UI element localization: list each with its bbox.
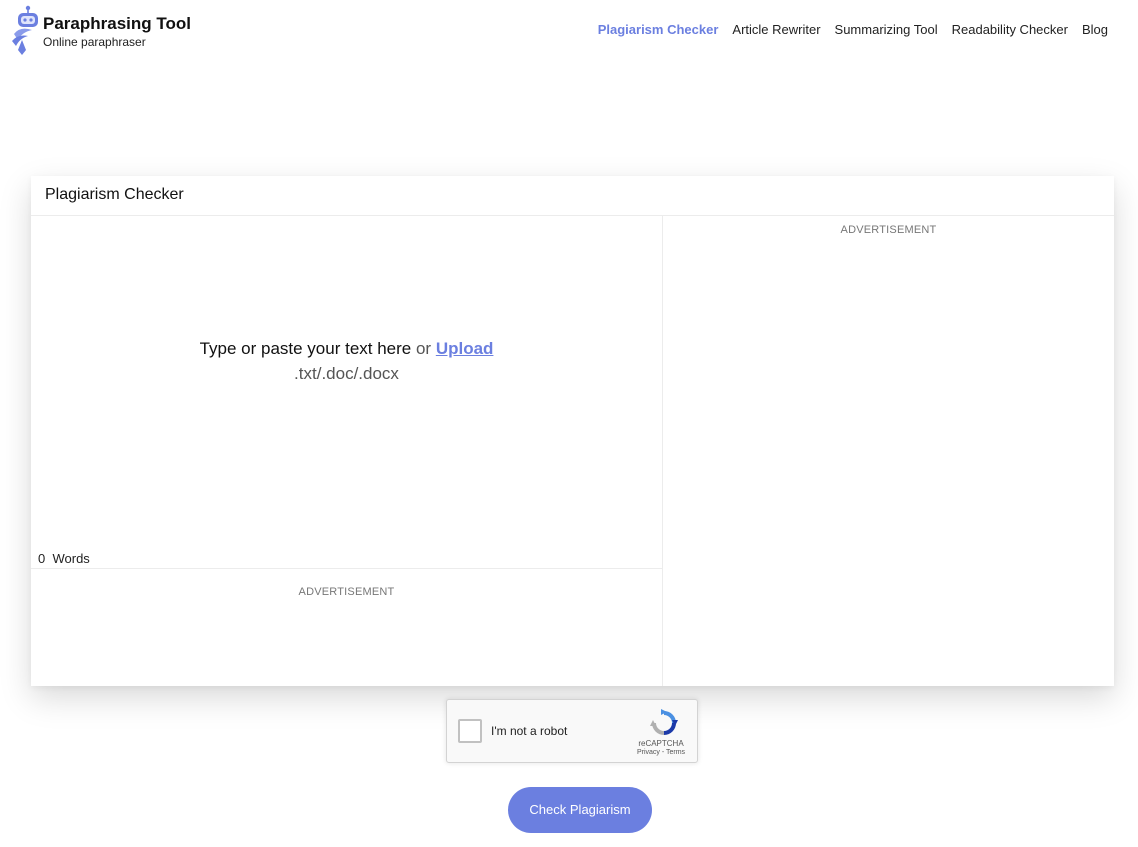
recaptcha-brand: reCAPTCHA Privacy - Terms: [635, 739, 687, 757]
card-title: Plagiarism Checker: [31, 176, 1114, 216]
checker-card: Plagiarism Checker Type or paste your te…: [31, 176, 1114, 686]
nav-blog[interactable]: Blog: [1082, 22, 1108, 37]
brand[interactable]: Paraphrasing Tool Online paraphraser: [8, 4, 191, 56]
prompt-or: or: [411, 339, 436, 358]
upload-link[interactable]: Upload: [436, 339, 494, 358]
card-body: Type or paste your text here or Upload .…: [31, 216, 1114, 686]
check-plagiarism-button[interactable]: Check Plagiarism: [508, 787, 652, 833]
recaptcha-links[interactable]: Privacy - Terms: [635, 748, 687, 757]
input-prompt: Type or paste your text here or Upload .…: [31, 336, 662, 386]
main-nav: Plagiarism Checker Article Rewriter Summ…: [598, 22, 1108, 37]
recaptcha-checkbox[interactable]: [458, 719, 482, 743]
brand-title: Paraphrasing Tool: [43, 14, 191, 33]
recaptcha-logo-icon: [649, 708, 679, 738]
nav-summarizing-tool[interactable]: Summarizing Tool: [835, 22, 938, 37]
recaptcha-brand-text: reCAPTCHA: [638, 739, 684, 748]
robot-logo-icon: [8, 4, 44, 56]
advertisement-label-left: ADVERTISEMENT: [298, 586, 395, 598]
site-header: Paraphrasing Tool Online paraphraser Pla…: [0, 0, 1138, 62]
recaptcha-label: I'm not a robot: [491, 724, 568, 738]
advertisement-label-right: ADVERTISEMENT: [840, 224, 937, 236]
nav-plagiarism-checker[interactable]: Plagiarism Checker: [598, 22, 719, 37]
file-formats: .txt/.doc/.docx: [294, 364, 399, 383]
word-count-label: Words: [52, 551, 90, 566]
word-counter: 0 Words: [38, 551, 90, 566]
nav-readability-checker[interactable]: Readability Checker: [952, 22, 1068, 37]
nav-article-rewriter[interactable]: Article Rewriter: [732, 22, 820, 37]
word-count-value: 0: [38, 551, 46, 566]
editor-column: Type or paste your text here or Upload .…: [31, 216, 663, 686]
brand-subtitle: Online paraphraser: [43, 35, 146, 49]
recaptcha-widget: I'm not a robot reCAPTCHA Privacy - Term…: [446, 699, 698, 763]
text-input-area[interactable]: Type or paste your text here or Upload .…: [31, 216, 662, 569]
prompt-text: Type or paste your text here: [199, 339, 412, 358]
